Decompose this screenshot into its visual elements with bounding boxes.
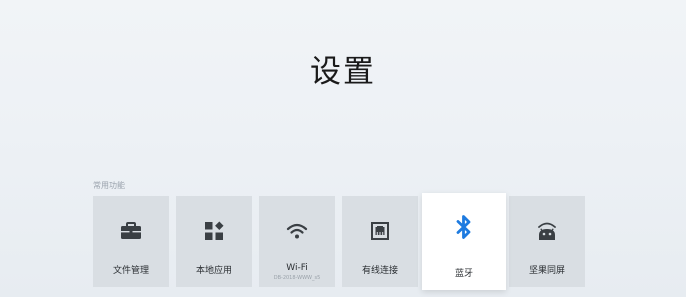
- tile-label: Wi-Fi: [286, 263, 308, 273]
- tile-wifi[interactable]: Wi-Fi DB-2018-WWW_s5: [259, 196, 335, 287]
- bluetooth-icon: [422, 214, 506, 240]
- section-label: 常用功能: [93, 181, 125, 190]
- tile-local-apps[interactable]: 本地应用: [176, 196, 252, 287]
- tile-label: 文件管理: [112, 266, 149, 276]
- page-title: 设置: [310, 54, 376, 90]
- tile-wired-connection[interactable]: 有线连接: [342, 196, 418, 287]
- wifi-icon: [259, 220, 335, 242]
- tile-label: 有线连接: [361, 266, 398, 276]
- android-cast-icon: [509, 220, 585, 242]
- tile-bluetooth[interactable]: 蓝牙: [422, 193, 506, 290]
- tile-label: 蓝牙: [454, 269, 473, 279]
- tile-nut-screen-mirror[interactable]: 坚果同屏: [509, 196, 585, 287]
- wifi-network-name: DB-2018-WWW_s5: [273, 275, 321, 281]
- tile-label: 本地应用: [195, 266, 232, 276]
- ethernet-icon: [342, 220, 418, 242]
- apps-grid-icon: [176, 220, 252, 242]
- briefcase-icon: [93, 220, 169, 242]
- tile-label: 坚果同屏: [528, 266, 565, 276]
- quick-function-tiles: 文件管理 本地应用 Wi-Fi DB-2018-WWW_s5 有线连接 蓝牙 坚…: [93, 193, 593, 290]
- tile-file-manager[interactable]: 文件管理: [93, 196, 169, 287]
